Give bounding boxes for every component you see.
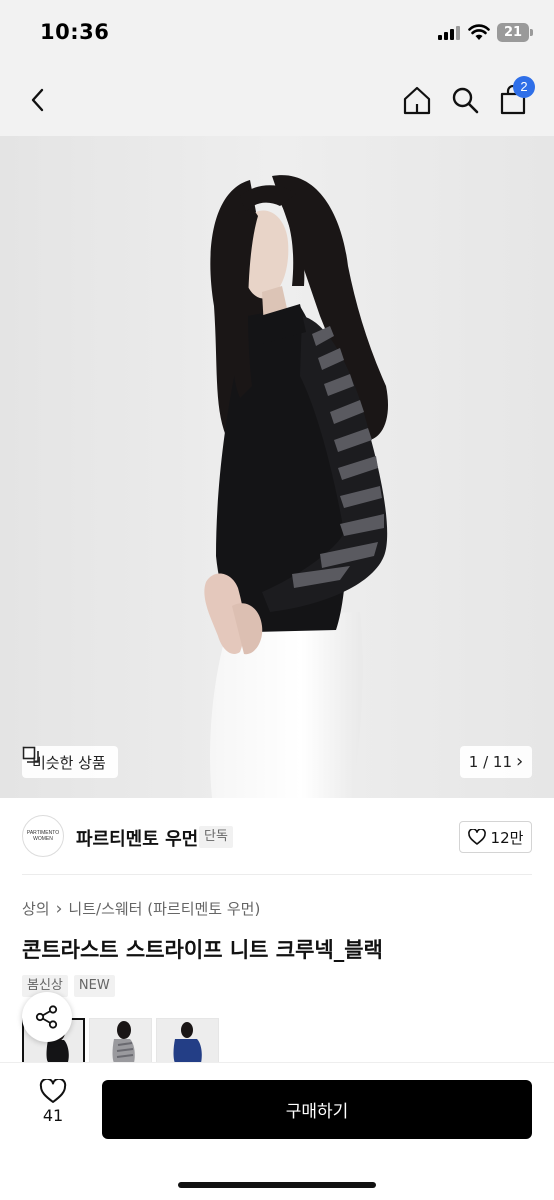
like-button[interactable]: 41 bbox=[28, 1079, 78, 1135]
status-bar: 10:36 21 bbox=[0, 0, 554, 64]
similar-items-icon bbox=[22, 746, 39, 763]
exclusive-badge: 단독 bbox=[199, 826, 233, 848]
search-button[interactable] bbox=[445, 80, 485, 120]
color-option-gray[interactable] bbox=[89, 1018, 152, 1064]
share-icon bbox=[35, 1005, 58, 1029]
breadcrumb-subcategory[interactable]: 니트/스웨터 (파르티멘토 우먼) bbox=[68, 898, 260, 919]
back-button[interactable] bbox=[18, 80, 58, 120]
bottom-action-bar: 41 구매하기 bbox=[0, 1062, 554, 1200]
breadcrumb-separator: › bbox=[55, 898, 63, 919]
similar-products-button[interactable]: 비슷한 상품 bbox=[22, 746, 118, 778]
divider bbox=[22, 874, 532, 875]
breadcrumb-category[interactable]: 상의 bbox=[22, 898, 50, 919]
heart-icon bbox=[39, 1079, 67, 1103]
brand-logo[interactable]: PARTIMENTO WOMEN bbox=[22, 815, 64, 857]
like-count: 41 bbox=[42, 1106, 64, 1125]
brand-logo-line2: WOMEN bbox=[33, 836, 53, 842]
page-indicator-text: 1 / 11 bbox=[468, 753, 513, 771]
home-icon bbox=[403, 86, 431, 115]
color-option-navy[interactable] bbox=[156, 1018, 219, 1064]
product-photo bbox=[0, 136, 554, 798]
chevron-right-icon: › bbox=[516, 751, 524, 772]
similar-products-label: 비슷한 상품 bbox=[32, 753, 106, 772]
nav-bar: 2 bbox=[0, 64, 554, 136]
brand-like-button[interactable]: 12만 bbox=[459, 821, 532, 853]
chevron-left-icon bbox=[31, 88, 44, 112]
buy-button[interactable]: 구매하기 bbox=[102, 1080, 532, 1139]
search-icon bbox=[452, 87, 479, 114]
product-image-carousel[interactable]: 비슷한 상품 1 / 11 › bbox=[0, 136, 554, 798]
tag-new: NEW bbox=[73, 975, 115, 997]
wifi-icon bbox=[468, 24, 490, 40]
brand-like-count: 12만 bbox=[490, 828, 524, 847]
brand-name-link[interactable]: 파르티멘토 우먼 bbox=[76, 825, 198, 851]
product-title: 콘트라스트 스트라이프 니트 크루넥_블랙 bbox=[22, 938, 383, 962]
brand-row: PARTIMENTO WOMEN 파르티멘토 우먼 단독 12만 bbox=[0, 808, 554, 866]
battery-icon: 21 bbox=[497, 23, 529, 42]
cart-button[interactable]: 2 bbox=[493, 76, 535, 120]
image-page-indicator[interactable]: 1 / 11 › bbox=[460, 746, 532, 778]
home-indicator bbox=[178, 1182, 376, 1188]
home-button[interactable] bbox=[397, 80, 437, 120]
color-thumb-gray-image bbox=[90, 1019, 151, 1063]
status-time: 10:36 bbox=[40, 20, 110, 44]
share-button[interactable] bbox=[22, 992, 72, 1042]
breadcrumb: 상의 › 니트/스웨터 (파르티멘토 우먼) bbox=[22, 898, 260, 919]
signal-icon bbox=[438, 26, 460, 40]
battery-tip bbox=[530, 29, 533, 36]
heart-icon bbox=[467, 829, 486, 845]
color-thumb-navy-image bbox=[157, 1019, 218, 1063]
cart-count-badge: 2 bbox=[513, 76, 535, 98]
